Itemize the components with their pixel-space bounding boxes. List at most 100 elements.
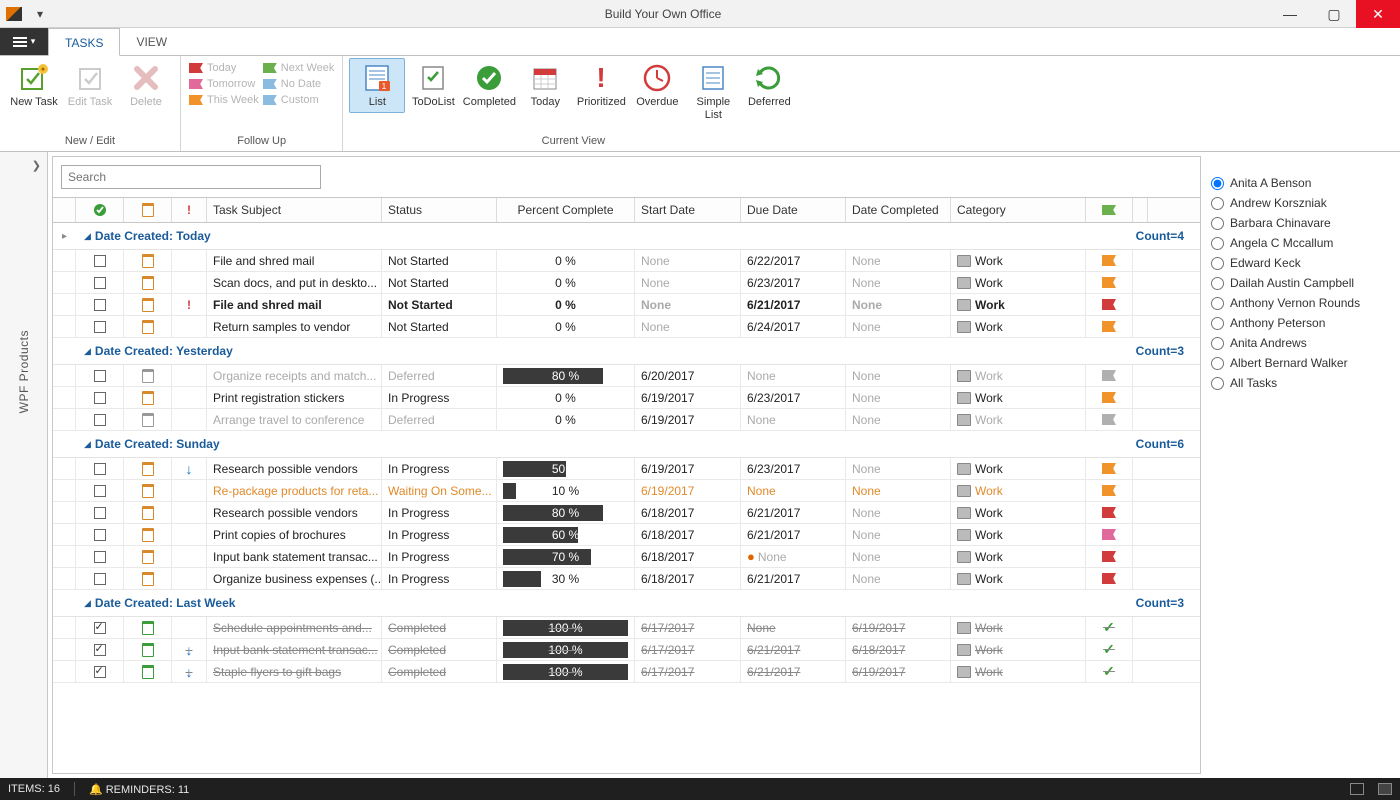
group-header-row[interactable]: ◢Date Created: YesterdayCount=3 (53, 338, 1200, 365)
ribbon-app-button[interactable]: ▾ (0, 28, 48, 55)
cell-check[interactable] (76, 480, 124, 501)
person-filter-option[interactable]: Anita Andrews (1211, 336, 1394, 350)
cell-flag[interactable]: ✓ (1086, 639, 1133, 660)
task-row[interactable]: Organize business expenses (...In Progre… (53, 568, 1200, 590)
cell-check[interactable] (76, 546, 124, 567)
cell-flag[interactable]: ✓ (1086, 617, 1133, 638)
person-filter-option[interactable]: Albert Bernard Walker (1211, 356, 1394, 370)
group-header-row[interactable]: ▸◢Date Created: TodayCount=4 (53, 223, 1200, 250)
cell-check[interactable] (76, 524, 124, 545)
col-flag[interactable] (1086, 198, 1133, 222)
search-input[interactable] (61, 165, 321, 189)
task-row[interactable]: Arrange travel to conferenceDeferred0 %6… (53, 409, 1200, 431)
person-radio[interactable] (1211, 377, 1224, 390)
expand-side-panel-button[interactable]: ❯ (0, 152, 47, 180)
cell-check[interactable] (76, 568, 124, 589)
group-collapse-icon[interactable]: ◢ (84, 598, 91, 609)
task-row[interactable]: Print copies of brochuresIn Progress60 %… (53, 524, 1200, 546)
cell-flag[interactable] (1086, 294, 1133, 315)
cell-flag[interactable] (1086, 387, 1133, 408)
person-radio[interactable] (1211, 217, 1224, 230)
quick-access-dropdown[interactable]: ▾ (22, 7, 58, 21)
group-header-row[interactable]: ◢Date Created: SundayCount=6 (53, 431, 1200, 458)
view-todolist-button[interactable]: ToDoList (405, 58, 461, 113)
group-collapse-icon[interactable]: ◢ (84, 346, 91, 357)
person-filter-option[interactable]: Anthony Vernon Rounds (1211, 296, 1394, 310)
close-button[interactable]: ✕ (1356, 0, 1400, 28)
group-header-row[interactable]: ◢Date Created: Last WeekCount=3 (53, 590, 1200, 617)
task-row[interactable]: Print registration stickersIn Progress0 … (53, 387, 1200, 409)
col-start-date[interactable]: Start Date (635, 198, 741, 222)
view-overdue-button[interactable]: Overdue (629, 58, 685, 113)
cell-check[interactable] (76, 365, 124, 386)
person-radio[interactable] (1211, 317, 1224, 330)
cell-flag[interactable] (1086, 365, 1133, 386)
cell-flag[interactable]: ✓ (1086, 661, 1133, 682)
col-date-completed[interactable]: Date Completed (846, 198, 951, 222)
view-list-button[interactable]: 1 List (349, 58, 405, 113)
group-collapse-icon[interactable]: ◢ (84, 231, 91, 242)
view-deferred-button[interactable]: Deferred (741, 58, 797, 113)
cell-check[interactable] (76, 409, 124, 430)
cell-check[interactable] (76, 294, 124, 315)
person-filter-option[interactable]: Angela C Mccallum (1211, 236, 1394, 250)
cell-check[interactable] (76, 639, 124, 660)
cell-flag[interactable] (1086, 272, 1133, 293)
col-status[interactable]: Status (382, 198, 497, 222)
statusbar-view-icon-2[interactable] (1378, 783, 1392, 795)
task-row[interactable]: Research possible vendorsIn Progress80 %… (53, 502, 1200, 524)
person-radio[interactable] (1211, 257, 1224, 270)
person-filter-option[interactable]: All Tasks (1211, 376, 1394, 390)
minimize-button[interactable]: — (1268, 0, 1312, 28)
cell-check[interactable] (76, 617, 124, 638)
tab-tasks[interactable]: TASKS (48, 28, 120, 56)
person-filter-option[interactable]: Anita A Benson (1211, 176, 1394, 190)
cell-flag[interactable] (1086, 502, 1133, 523)
cell-flag[interactable] (1086, 524, 1133, 545)
col-check[interactable] (76, 198, 124, 222)
cell-check[interactable] (76, 250, 124, 271)
person-radio[interactable] (1211, 297, 1224, 310)
col-percent[interactable]: Percent Complete (497, 198, 635, 222)
person-radio[interactable] (1211, 277, 1224, 290)
task-row[interactable]: Re-package products for reta...Waiting O… (53, 480, 1200, 502)
person-filter-option[interactable]: Andrew Korszniak (1211, 196, 1394, 210)
cell-flag[interactable] (1086, 546, 1133, 567)
cell-flag[interactable] (1086, 409, 1133, 430)
cell-check[interactable] (76, 661, 124, 682)
cell-check[interactable] (76, 458, 124, 479)
view-today-button[interactable]: Today (517, 58, 573, 113)
view-simple-list-button[interactable]: Simple List (685, 58, 741, 126)
person-filter-option[interactable]: Anthony Peterson (1211, 316, 1394, 330)
cell-check[interactable] (76, 502, 124, 523)
person-filter-option[interactable]: Edward Keck (1211, 256, 1394, 270)
tab-view[interactable]: VIEW (120, 28, 184, 55)
view-completed-button[interactable]: Completed (461, 58, 517, 113)
task-row[interactable]: ↓Staple flyers to gift bagsCompleted100 … (53, 661, 1200, 683)
task-row[interactable]: Input bank statement transac...In Progre… (53, 546, 1200, 568)
person-radio[interactable] (1211, 237, 1224, 250)
cell-flag[interactable] (1086, 250, 1133, 271)
person-filter-option[interactable]: Dailah Austin Campbell (1211, 276, 1394, 290)
task-row[interactable]: Scan docs, and put in deskto...Not Start… (53, 272, 1200, 294)
person-filter-option[interactable]: Barbara Chinavare (1211, 216, 1394, 230)
person-radio[interactable] (1211, 197, 1224, 210)
task-row[interactable]: ↓Input bank statement transac...Complete… (53, 639, 1200, 661)
task-row[interactable]: Return samples to vendorNot Started0 %No… (53, 316, 1200, 338)
task-row[interactable]: Schedule appointments and...Completed100… (53, 617, 1200, 639)
view-prioritized-button[interactable]: ! Prioritized (573, 58, 629, 113)
task-row[interactable]: File and shred mailNot Started0 %None6/2… (53, 250, 1200, 272)
statusbar-view-icon-1[interactable] (1350, 783, 1364, 795)
cell-check[interactable] (76, 387, 124, 408)
col-due-date[interactable]: Due Date (741, 198, 846, 222)
col-priority[interactable]: ! (172, 198, 207, 222)
group-collapse-icon[interactable]: ◢ (84, 439, 91, 450)
person-radio[interactable] (1211, 337, 1224, 350)
col-subject[interactable]: Task Subject (207, 198, 382, 222)
person-radio[interactable] (1211, 357, 1224, 370)
cell-flag[interactable] (1086, 458, 1133, 479)
task-row[interactable]: ↓Research possible vendorsIn Progress50 … (53, 458, 1200, 480)
cell-check[interactable] (76, 316, 124, 337)
cell-check[interactable] (76, 272, 124, 293)
col-category[interactable]: Category (951, 198, 1086, 222)
